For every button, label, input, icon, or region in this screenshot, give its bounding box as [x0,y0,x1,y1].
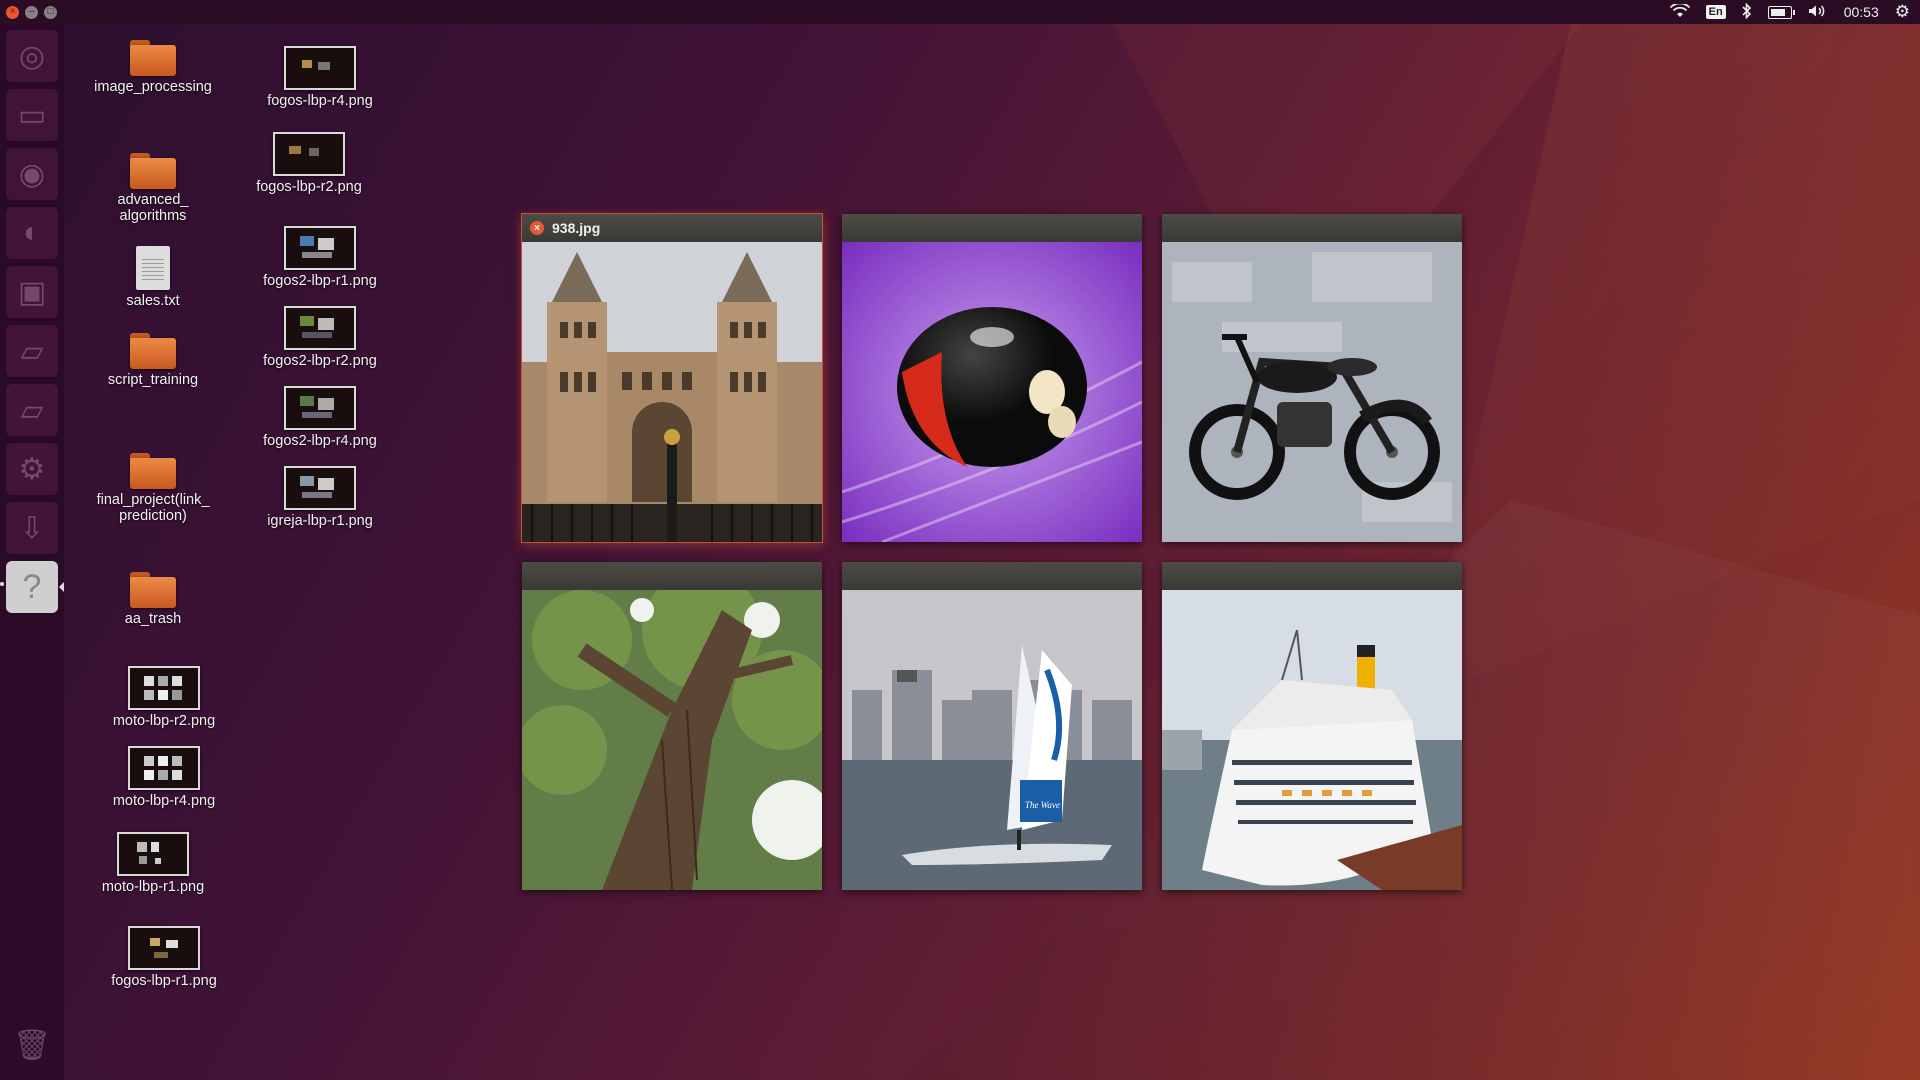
app-icon[interactable]: ▱ [6,384,58,436]
folder-icon [130,572,176,608]
keyboard-layout-indicator[interactable]: En [1705,5,1726,19]
launcher: ◎ ▭ ◉ ◐ ▣ ▱ ▱ ⚙ ⇩ ? 🗑 [0,24,64,1080]
desktop-icon-image[interactable]: fogos-lbp-r2.png [234,132,384,195]
desktop-icon-label: aa_trash [124,611,182,627]
desktop-icon-image[interactable]: fogos-lbp-r1.png [89,926,239,989]
folder-icon [130,453,176,489]
app-icon[interactable]: ⇩ [6,502,58,554]
desktop-icon-label: moto-lbp-r4.png [112,793,216,809]
desktop-icon-image[interactable]: fogos2-lbp-r2.png [245,306,395,369]
window-thumbnail-tree[interactable] [522,562,822,890]
close-window-button[interactable]: × [6,5,19,19]
window-title-bar [1162,214,1462,242]
desktop-icon-label: fogos-lbp-r4.png [267,93,373,109]
desktop-icon-label: igreja-lbp-r1.png [267,513,373,529]
app-icon[interactable]: ▱ [6,325,58,377]
top-panel: × – □ En 00:53 ⚙ [0,0,1920,24]
desktop-icon-folder[interactable]: advanced_ algorithms [78,149,228,224]
window-thumbnail-sailboat[interactable]: The Wave [842,562,1142,890]
desktop-icon-label: advanced_ algorithms [117,192,189,224]
app-icon[interactable]: ▣ [6,266,58,318]
desktop-icon-image[interactable]: igreja-lbp-r1.png [245,466,395,529]
battery-level-fill [1770,8,1785,16]
window-title-bar [842,562,1142,590]
window-title-bar [522,562,822,590]
files-icon[interactable]: ▭ [6,89,58,141]
folder-icon [130,40,176,76]
wifi-icon[interactable] [1669,1,1690,21]
running-indicator [0,582,4,586]
bluetooth-icon[interactable] [1742,2,1752,22]
volume-icon[interactable] [1808,4,1828,21]
desktop-icon-folder[interactable]: script_training [78,329,228,388]
desktop-icon-image[interactable]: moto-lbp-r2.png [89,666,239,729]
help-icon[interactable]: ? [6,561,58,613]
minimize-window-button[interactable]: – [25,5,38,19]
image-thumbnail [284,46,356,90]
window-image-tree [522,590,822,890]
folder-icon [130,153,176,189]
image-thumbnail [117,832,189,876]
window-title-bar [1162,562,1462,590]
window-title: 938.jpg [552,220,601,236]
window-thumbnail-ladybug[interactable] [842,214,1142,542]
desktop-icon-file[interactable]: sales.txt [78,246,228,309]
app-icon[interactable]: ◉ [6,148,58,200]
image-thumbnail [284,386,356,430]
app-icon[interactable]: ◐ [6,207,58,259]
clock[interactable]: 00:53 [1844,4,1879,20]
settings-gear-icon[interactable]: ⚙ [6,443,58,495]
desktop-icon-label: fogos-lbp-r2.png [256,179,362,195]
image-thumbnail [128,926,200,970]
desktop-icon-label: fogos2-lbp-r4.png [263,433,377,449]
desktop-icon-image[interactable]: fogos2-lbp-r4.png [245,386,395,449]
desktop-icon-label: image_processing [94,79,212,95]
window-title-bar [842,214,1142,242]
desktop-icon-folder[interactable]: aa_trash [78,568,228,627]
desktop-icon-image[interactable]: fogos-lbp-r4.png [245,46,395,109]
window-thumbnail-cruise-ship[interactable] [1162,562,1462,890]
maximize-window-button[interactable]: □ [44,5,57,19]
desktop-icon-label: fogos2-lbp-r2.png [263,353,377,369]
window-thumbnail-motorcycle[interactable] [1162,214,1462,542]
desktop-icon-image[interactable]: moto-lbp-r4.png [89,746,239,809]
window-image-sailboat: The Wave [842,590,1142,890]
desktop-icon-label: fogos-lbp-r1.png [111,973,217,989]
image-thumbnail [284,226,356,270]
battery-icon[interactable] [1767,5,1795,19]
image-thumbnail [284,466,356,510]
window-image-ladybug [842,242,1142,542]
desktop-icon-image[interactable]: moto-lbp-r1.png [78,832,228,895]
desktop-icon-label: sales.txt [126,293,180,309]
ubuntu-dash-icon[interactable]: ◎ [6,30,58,82]
desktop-icon-label: moto-lbp-r2.png [112,713,216,729]
indicator-area: En 00:53 ⚙ [1669,0,1910,24]
desktop-icon-folder[interactable]: image_processing [78,36,228,95]
focused-indicator [59,582,64,592]
window-image-motorcycle [1162,242,1462,542]
power-gear-icon[interactable]: ⚙ [1895,2,1910,22]
window-title-bar: × 938.jpg [522,214,822,242]
folder-icon [130,333,176,369]
trash-icon[interactable]: 🗑 [6,1019,58,1071]
desktop-icon-label: moto-lbp-r1.png [101,879,205,895]
sail-text: The Wave [1025,800,1060,810]
desktop-icon-image[interactable]: fogos2-lbp-r1.png [245,226,395,289]
window-image-cathedral [522,242,822,542]
desktop-icon-label: final_project(link_ prediction) [96,492,210,524]
desktop-icon-label: fogos2-lbp-r1.png [263,273,377,289]
desktop-icon-label: script_training [107,372,199,388]
image-thumbnail [284,306,356,350]
close-icon[interactable]: × [530,221,544,235]
window-image-cruise-ship [1162,590,1462,890]
image-thumbnail [273,132,345,176]
window-controls: × – □ [6,5,57,19]
image-thumbnail [128,666,200,710]
text-file-icon [136,246,170,290]
window-thumbnail-cathedral[interactable]: × 938.jpg [522,214,822,542]
desktop-icon-folder[interactable]: final_project(link_ prediction) [78,449,228,524]
image-thumbnail [128,746,200,790]
